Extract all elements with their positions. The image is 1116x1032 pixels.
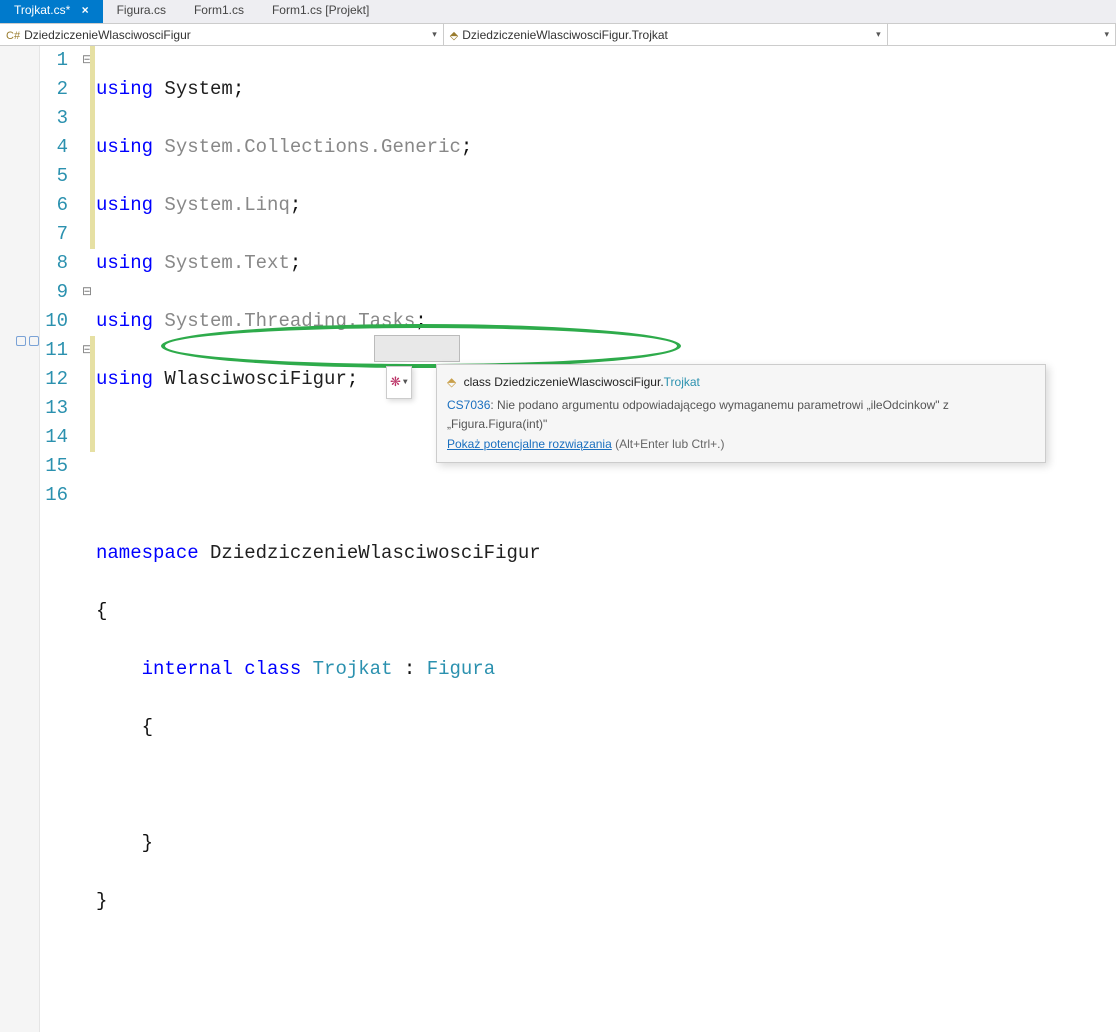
tab-trojkat[interactable]: Trojkat.cs* × <box>0 0 103 23</box>
error-message: : Nie podano argumentu odpowiadającego w… <box>447 398 949 431</box>
line-numbers: 1 2 3 4 5 6 7 8 9 10 11 12 13 14 15 16 <box>40 46 78 1032</box>
breakpoint-margin[interactable] <box>0 46 40 1032</box>
nav-bar: C# DziedziczenieWlasciwosciFigur ▾ ⬘ Dzied… <box>0 24 1116 46</box>
tab-figura[interactable]: Figura.cs <box>103 0 180 23</box>
code-content[interactable]: using System; using System.Collections.G… <box>96 46 1116 1032</box>
error-tooltip: ⬘ class DziedziczenieWlasciwosciFigur.Tr… <box>436 364 1046 463</box>
code-lens-indicator[interactable] <box>29 336 39 346</box>
chevron-down-icon: ▾ <box>432 29 437 40</box>
class-icon: ⬘ <box>450 30 458 42</box>
code-lens-indicator[interactable] <box>16 336 26 346</box>
nav-class-dropdown[interactable]: ⬘ DziedziczenieWlasciwosciFigur.Trojkat ▾ <box>444 24 888 45</box>
tab-form1[interactable]: Form1.cs <box>180 0 258 23</box>
close-icon[interactable]: × <box>82 3 89 17</box>
shortcut-hint: (Alt+Enter lub Ctrl+.) <box>612 437 725 451</box>
csharp-project-icon: C# <box>6 30 20 42</box>
show-fixes-link[interactable]: Pokaż potencjalne rozwiązania <box>447 437 612 451</box>
lightbulb-icon: ❋ <box>390 368 401 397</box>
nav-project-dropdown[interactable]: C# DziedziczenieWlasciwosciFigur ▾ <box>0 24 444 45</box>
error-code: CS7036 <box>447 398 490 412</box>
nav-member-dropdown[interactable]: ▾ <box>888 24 1116 45</box>
chevron-down-icon: ▾ <box>1104 29 1109 40</box>
nav-project-label: DziedziczenieWlasciwosciFigur <box>24 28 191 42</box>
chevron-down-icon: ▼ <box>403 368 408 397</box>
chevron-down-icon: ▾ <box>876 29 881 40</box>
code-editor[interactable]: 1 2 3 4 5 6 7 8 9 10 11 12 13 14 15 16 ⊟… <box>0 46 1116 1032</box>
class-icon: ⬘ <box>447 375 456 389</box>
quick-actions-button[interactable]: ❋ ▼ <box>386 366 412 399</box>
fold-toggle[interactable]: ⊟ <box>78 278 96 307</box>
nav-class-label: DziedziczenieWlasciwosciFigur.Trojkat <box>462 28 668 42</box>
file-tabs: Trojkat.cs* × Figura.cs Form1.cs Form1.c… <box>0 0 1116 24</box>
tooltip-kind: class <box>464 375 491 389</box>
tab-label: Trojkat.cs* <box>14 3 70 17</box>
tooltip-typename: Trojkat <box>664 375 700 389</box>
tooltip-namespace: DziedziczenieWlasciwosciFigur. <box>494 375 663 389</box>
tab-form1-project[interactable]: Form1.cs [Projekt] <box>258 0 383 23</box>
